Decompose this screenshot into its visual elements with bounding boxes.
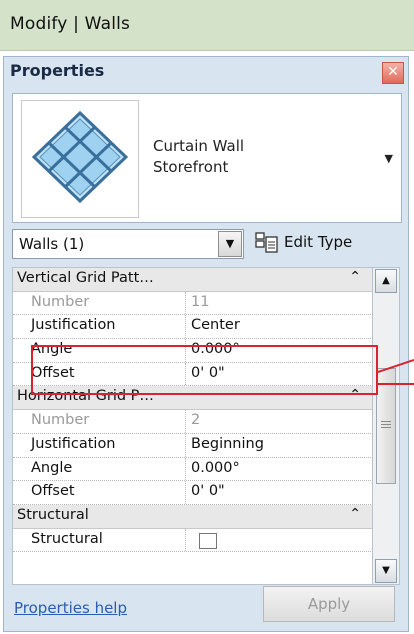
scrollbar[interactable]: ▲ ▼ bbox=[372, 267, 400, 585]
scroll-down-icon[interactable]: ▼ bbox=[375, 559, 397, 583]
group-title: Structural bbox=[17, 506, 89, 523]
edit-type-label: Edit Type bbox=[284, 233, 353, 251]
property-value[interactable]: Beginning bbox=[191, 436, 264, 452]
property-row[interactable]: Offset 0' 0" bbox=[13, 481, 373, 505]
collapse-icon[interactable]: ⌃ bbox=[349, 506, 361, 522]
edit-type-icon bbox=[255, 232, 278, 253]
property-value[interactable]: 0.000° bbox=[191, 460, 240, 476]
property-row[interactable]: Justification Center bbox=[13, 315, 373, 340]
highlight-box bbox=[31, 345, 378, 395]
properties-grid: Vertical Grid Patt… ⌃ Number 11 Justific… bbox=[12, 267, 374, 585]
property-name: Justification bbox=[31, 435, 116, 452]
palette-title: Properties bbox=[10, 61, 105, 80]
chevron-down-icon[interactable]: ▼ bbox=[385, 152, 393, 165]
property-row: Number 11 bbox=[13, 291, 373, 316]
scroll-up-icon[interactable]: ▲ bbox=[375, 269, 397, 293]
context-tab-title: Modify | Walls bbox=[10, 14, 131, 34]
group-title: Vertical Grid Patt… bbox=[17, 270, 154, 286]
apply-button[interactable]: Apply bbox=[263, 586, 395, 622]
properties-help-link[interactable]: Properties help bbox=[14, 599, 127, 617]
property-row[interactable]: Angle 0.000° bbox=[13, 457, 373, 482]
structural-checkbox[interactable] bbox=[199, 532, 217, 549]
instance-filter-row: Walls (1) ▼ Edit Type bbox=[12, 229, 400, 259]
instance-filter-value: Walls (1) bbox=[19, 235, 85, 253]
property-value: 11 bbox=[191, 293, 210, 310]
property-name: Angle bbox=[31, 459, 73, 476]
property-row[interactable]: Justification Beginning bbox=[13, 433, 373, 458]
collapse-icon[interactable]: ⌃ bbox=[349, 269, 361, 285]
property-name: Number bbox=[31, 412, 90, 429]
property-name: Structural bbox=[31, 530, 103, 547]
type-selector[interactable]: Curtain Wall Storefront ▼ bbox=[12, 93, 402, 223]
type-name: Curtain Wall Storefront bbox=[153, 136, 244, 178]
properties-palette: Properties ✕ Curtain Wall Storefront ▼ W… bbox=[3, 56, 409, 632]
chevron-down-icon[interactable]: ▼ bbox=[218, 231, 242, 257]
curtain-wall-icon bbox=[21, 100, 139, 218]
type-family: Curtain Wall bbox=[153, 137, 245, 155]
property-row[interactable]: Structural bbox=[13, 528, 373, 553]
close-icon[interactable]: ✕ bbox=[382, 62, 404, 84]
edit-type-button[interactable]: Edit Type bbox=[252, 229, 400, 257]
group-header-vertical-grid[interactable]: Vertical Grid Patt… ⌃ bbox=[13, 268, 373, 292]
property-name: Number bbox=[31, 293, 90, 310]
property-value[interactable]: Center bbox=[191, 317, 240, 333]
property-name: Offset bbox=[31, 483, 75, 500]
group-header-structural[interactable]: Structural ⌃ bbox=[13, 504, 373, 529]
property-row: Number 2 bbox=[13, 410, 373, 434]
context-ribbon: Modify | Walls bbox=[0, 0, 414, 51]
callout-lines bbox=[377, 359, 414, 385]
type-variant: Storefront bbox=[153, 158, 229, 176]
instance-filter-dropdown[interactable]: Walls (1) ▼ bbox=[12, 229, 244, 259]
property-name: Justification bbox=[31, 317, 116, 334]
property-value: 2 bbox=[191, 412, 201, 429]
property-value[interactable]: 0' 0" bbox=[191, 483, 225, 499]
